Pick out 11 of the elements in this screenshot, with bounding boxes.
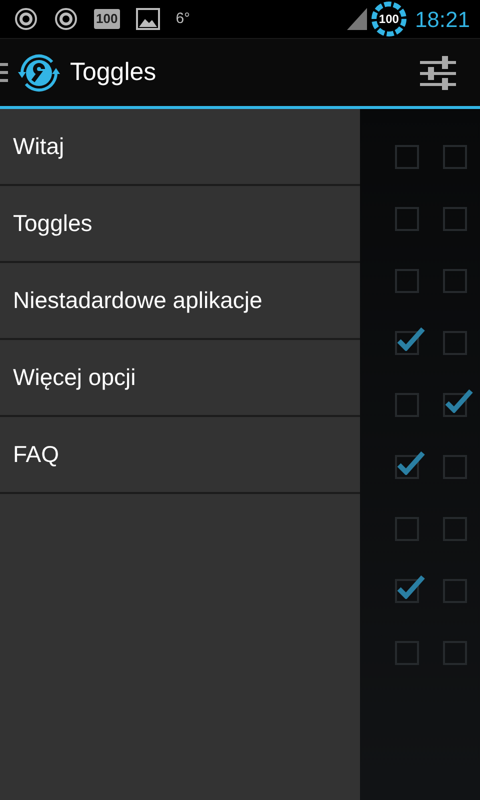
settings-sliders-icon[interactable] xyxy=(420,56,456,90)
temperature-text: 6° xyxy=(176,8,190,29)
sync-icon xyxy=(14,7,38,31)
image-icon xyxy=(136,8,160,30)
battery-text: 100 xyxy=(378,11,400,28)
sync-icon xyxy=(54,7,78,31)
app-title: Toggles xyxy=(70,56,158,88)
notification-badge: 100 xyxy=(94,9,120,29)
drawer-indicator-icon[interactable] xyxy=(0,62,8,84)
clock-text: 18:21 xyxy=(414,6,470,34)
signal-icon xyxy=(346,8,367,30)
